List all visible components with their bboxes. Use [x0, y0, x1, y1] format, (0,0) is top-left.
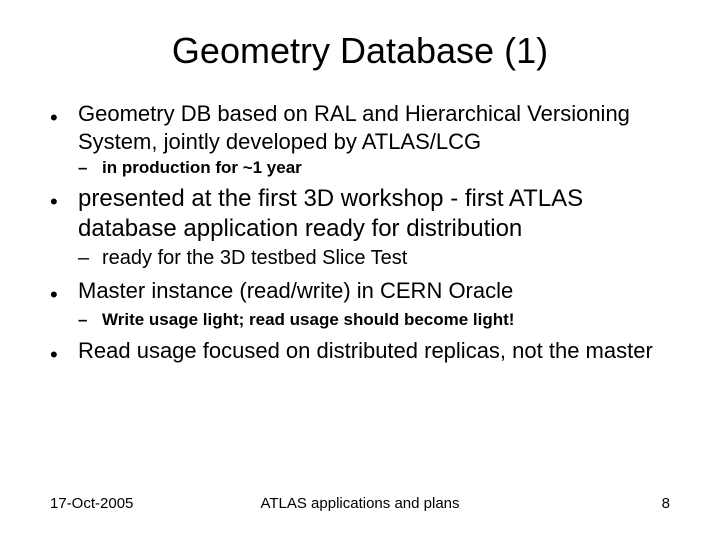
bullet-level2: – ready for the 3D testbed Slice Test [78, 246, 670, 271]
slide-footer: 17-Oct-2005 ATLAS applications and plans… [0, 495, 720, 512]
slide: Geometry Database (1) • Geometry DB base… [0, 0, 720, 540]
bullet-dot-icon: • [50, 277, 78, 307]
bullet-text: in production for ~1 year [102, 157, 670, 178]
bullet-text: Read usage focused on distributed replic… [78, 337, 670, 367]
bullet-text: Write usage light; read usage should bec… [102, 309, 670, 330]
dash-icon: – [78, 309, 102, 330]
slide-title: Geometry Database (1) [50, 30, 670, 72]
bullet-level1: • Read usage focused on distributed repl… [50, 337, 670, 367]
bullet-level2: – Write usage light; read usage should b… [78, 309, 670, 330]
bullet-level2: – in production for ~1 year [78, 157, 670, 178]
slide-body: • Geometry DB based on RAL and Hierarchi… [50, 100, 670, 367]
bullet-dot-icon: • [50, 184, 78, 244]
bullet-text: Master instance (read/write) in CERN Ora… [78, 277, 670, 307]
bullet-text: Geometry DB based on RAL and Hierarchica… [78, 100, 670, 155]
bullet-level1: • Geometry DB based on RAL and Hierarchi… [50, 100, 670, 155]
bullet-text: ready for the 3D testbed Slice Test [102, 246, 670, 271]
dash-icon: – [78, 246, 102, 271]
bullet-level1: • presented at the first 3D workshop - f… [50, 184, 670, 244]
bullet-dot-icon: • [50, 337, 78, 367]
bullet-level1: • Master instance (read/write) in CERN O… [50, 277, 670, 307]
bullet-text: presented at the first 3D workshop - fir… [78, 184, 670, 244]
bullet-dot-icon: • [50, 100, 78, 155]
dash-icon: – [78, 157, 102, 178]
footer-title: ATLAS applications and plans [0, 495, 720, 512]
